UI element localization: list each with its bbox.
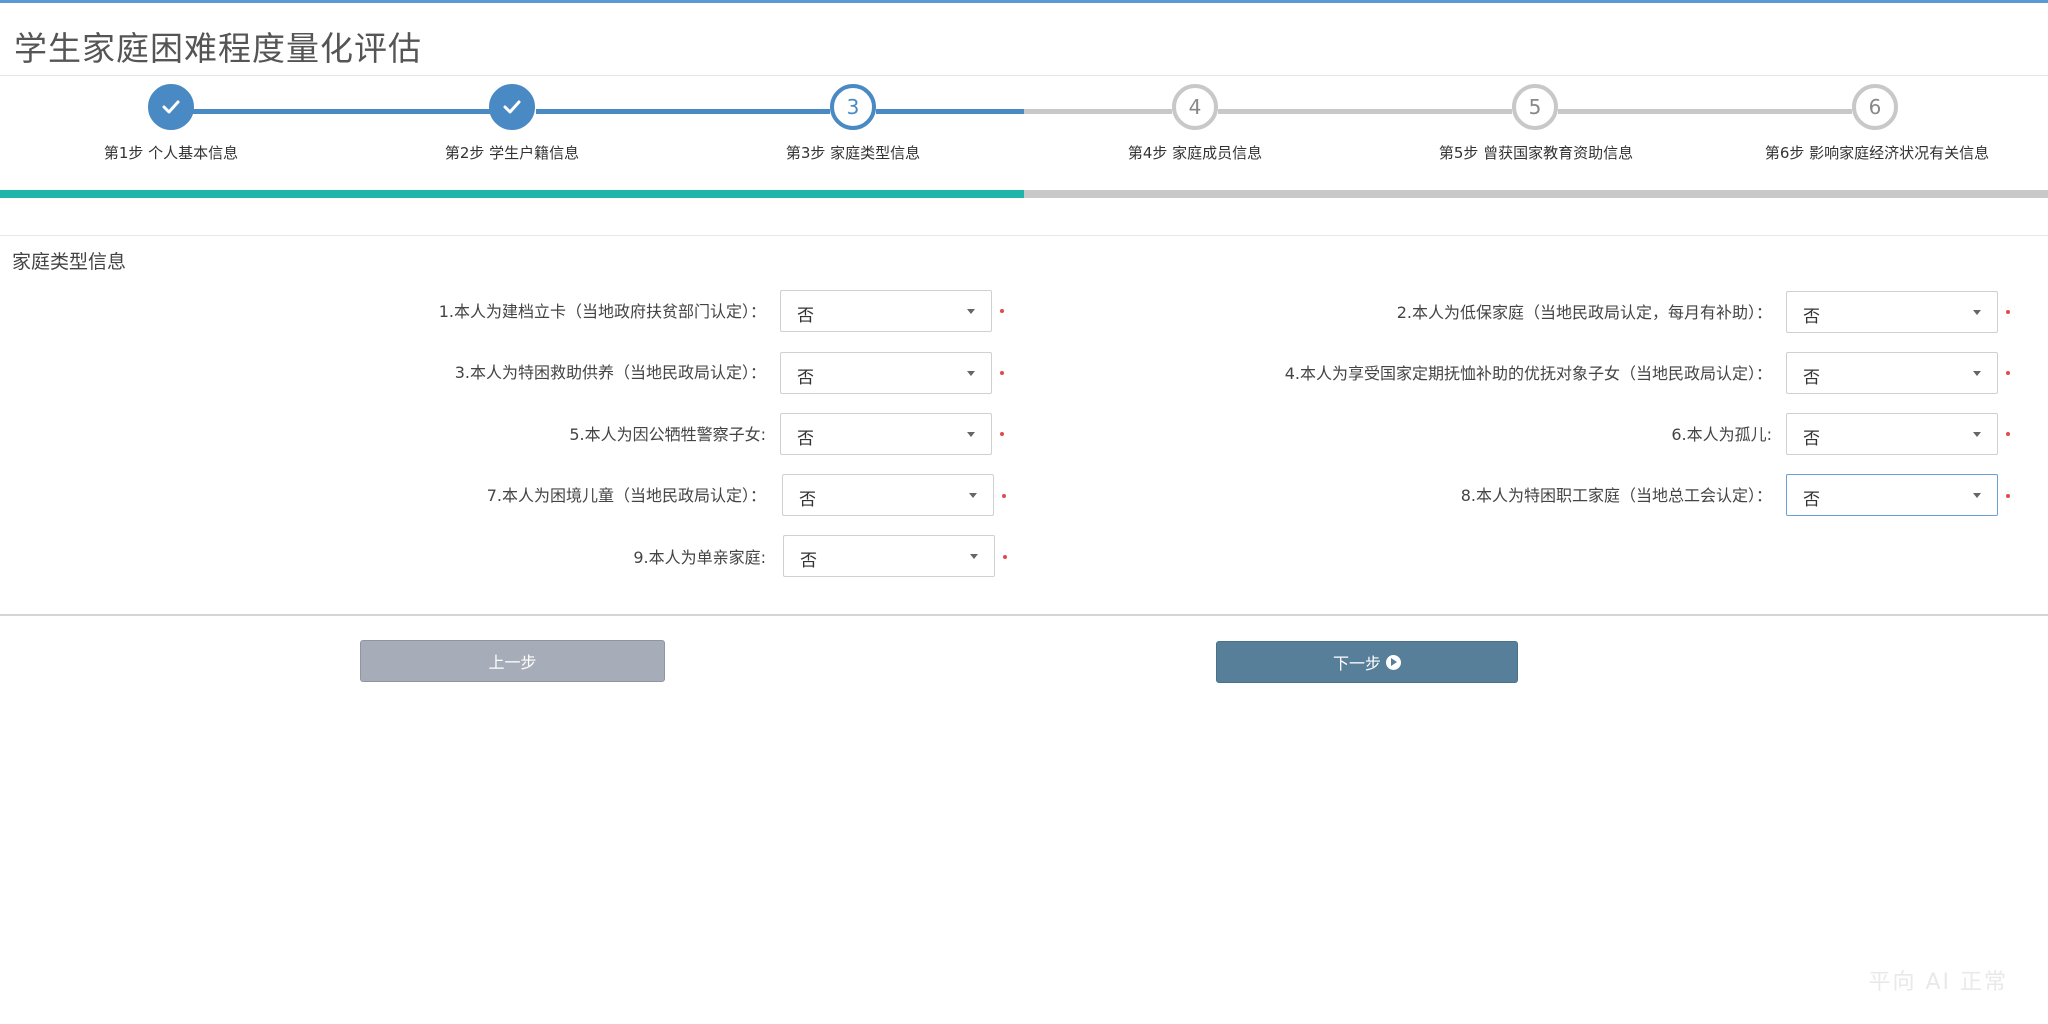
field-8-value: 否	[1803, 490, 1820, 510]
required-marker	[1002, 494, 1006, 498]
field-9-label: 9.本人为单亲家庭:	[633, 548, 766, 567]
field-5-label: 5.本人为因公牺牲警察子女:	[569, 425, 766, 444]
next-step-button[interactable]: 下一步	[1216, 641, 1518, 683]
connector-1-2	[190, 109, 496, 114]
required-marker	[1000, 371, 1004, 375]
step-3-circle[interactable]: 3	[830, 84, 876, 130]
field-1-select[interactable]: 否	[780, 290, 992, 332]
field-2-value: 否	[1803, 307, 1820, 327]
field-7-label: 7.本人为困境儿童（当地民政局认定）：	[486, 486, 766, 505]
required-marker	[1000, 432, 1004, 436]
section-title: 家庭类型信息	[12, 251, 127, 273]
step-3-label[interactable]: 第3步 家庭类型信息	[786, 142, 920, 163]
chevron-down-icon	[1973, 310, 1981, 315]
connector-4-5	[1218, 109, 1512, 114]
connector-3-4-todo	[1024, 109, 1172, 114]
connector-5-6	[1558, 109, 1852, 114]
required-marker	[2006, 494, 2010, 498]
section-divider	[0, 235, 2048, 236]
step-4-circle[interactable]: 4	[1172, 84, 1218, 130]
field-9-value: 否	[800, 551, 817, 571]
chevron-down-icon	[1973, 371, 1981, 376]
next-step-label: 下一步	[1332, 654, 1381, 673]
step-2-check-icon[interactable]	[489, 84, 535, 130]
field-7-value: 否	[799, 490, 816, 510]
field-4-label: 4.本人为享受国家定期抚恤补助的优抚对象子女（当地民政局认定）：	[1284, 364, 1772, 383]
step-2-label[interactable]: 第2步 学生户籍信息	[445, 142, 579, 163]
step-6-circle[interactable]: 6	[1852, 84, 1898, 130]
prev-step-label: 上一步	[488, 653, 537, 672]
arrow-right-circle-icon	[1386, 654, 1401, 670]
field-3-value: 否	[797, 368, 814, 388]
field-3-select[interactable]: 否	[780, 352, 992, 394]
chevron-down-icon	[969, 493, 977, 498]
step-5-label[interactable]: 第5步 曾获国家教育资助信息	[1439, 142, 1633, 163]
field-4-value: 否	[1803, 368, 1820, 388]
chevron-down-icon	[967, 309, 975, 314]
watermark: 平向 AI 正常	[1868, 970, 2008, 995]
required-marker	[1003, 555, 1007, 559]
field-1-label: 1.本人为建档立卡（当地政府扶贫部门认定）：	[438, 302, 766, 321]
field-6-label: 6.本人为孤儿:	[1671, 425, 1772, 444]
connector-3-4-done	[876, 109, 1024, 114]
chevron-down-icon	[970, 554, 978, 559]
form-bottom-divider	[0, 614, 2048, 616]
required-marker	[2006, 371, 2010, 375]
field-7-select[interactable]: 否	[782, 474, 994, 516]
field-9-select[interactable]: 否	[783, 535, 995, 577]
required-marker	[2006, 310, 2010, 314]
required-marker	[1000, 309, 1004, 313]
required-marker	[2006, 432, 2010, 436]
step-5-circle[interactable]: 5	[1512, 84, 1558, 130]
step-6-label[interactable]: 第6步 影响家庭经济状况有关信息	[1765, 142, 1989, 163]
connector-2-3	[536, 109, 830, 114]
chevron-down-icon	[1973, 493, 1981, 498]
field-2-label: 2.本人为低保家庭（当地民政局认定，每月有补助）：	[1396, 303, 1772, 322]
step-1-check-icon[interactable]	[148, 84, 194, 130]
chevron-down-icon	[1973, 432, 1981, 437]
page-title: 学生家庭困难程度量化评估	[14, 29, 422, 68]
progress-bar-track	[1024, 190, 2048, 198]
step-wizard: 3 4 5 6 第1步 个人基本信息 第2步 学生户籍信息 第3步 家庭类型信息…	[0, 76, 2048, 206]
step-4-label[interactable]: 第4步 家庭成员信息	[1128, 142, 1262, 163]
field-8-label: 8.本人为特困职工家庭（当地总工会认定）：	[1460, 486, 1772, 505]
field-4-select[interactable]: 否	[1786, 352, 1998, 394]
step-1-label[interactable]: 第1步 个人基本信息	[104, 142, 238, 163]
prev-step-button[interactable]: 上一步	[360, 640, 665, 682]
chevron-down-icon	[967, 371, 975, 376]
chevron-down-icon	[967, 432, 975, 437]
progress-bar-fill	[0, 190, 1024, 198]
field-6-value: 否	[1803, 429, 1820, 449]
field-2-select[interactable]: 否	[1786, 291, 1998, 333]
field-1-value: 否	[797, 306, 814, 326]
top-accent-line	[0, 0, 2048, 3]
field-8-select[interactable]: 否	[1786, 474, 1998, 516]
field-5-value: 否	[797, 429, 814, 449]
field-3-label: 3.本人为特困救助供养（当地民政局认定）：	[454, 363, 766, 382]
field-5-select[interactable]: 否	[780, 413, 992, 455]
field-6-select[interactable]: 否	[1786, 413, 1998, 455]
